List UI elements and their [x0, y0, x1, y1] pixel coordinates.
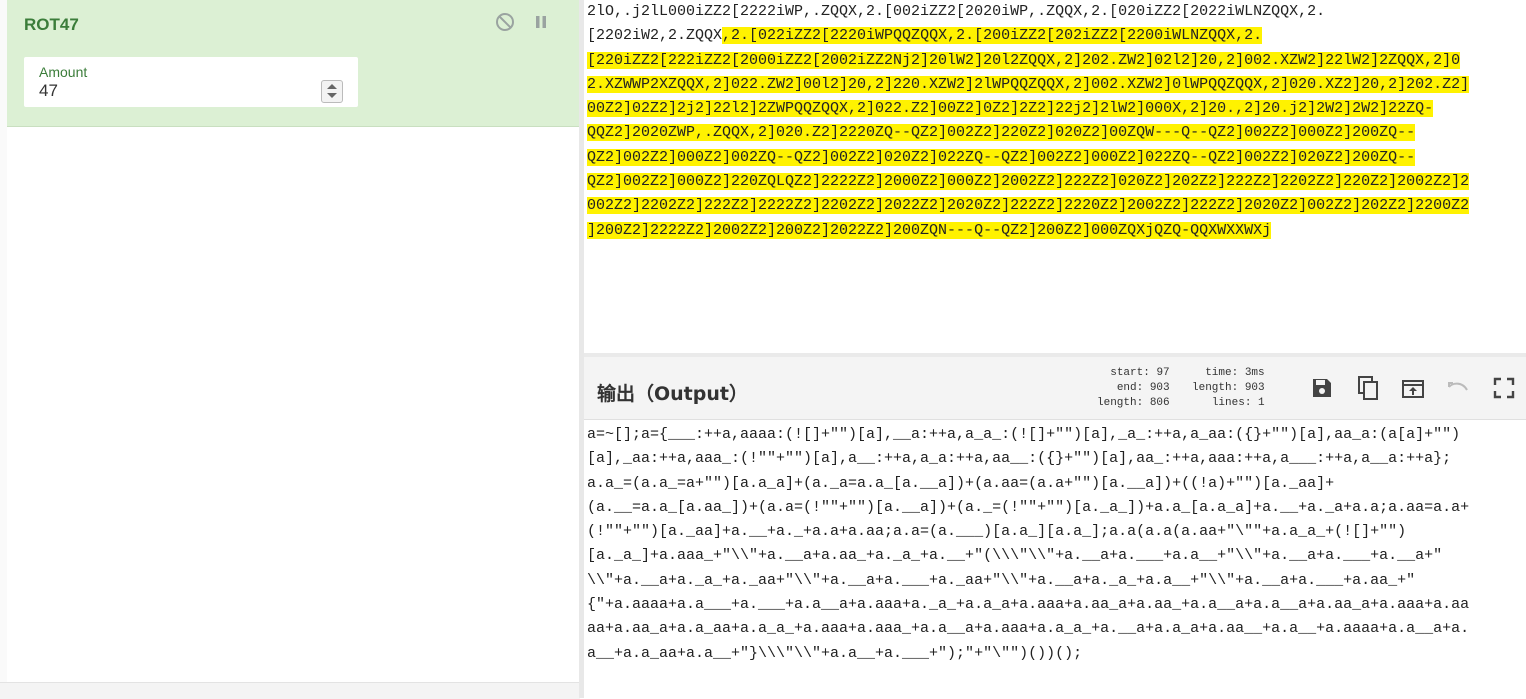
recipe-pane: ROT47 Amount 47	[0, 0, 580, 699]
amount-field[interactable]: Amount 47	[24, 57, 358, 107]
replace-input-icon[interactable]	[1399, 372, 1427, 404]
output-title: 输出（Output）	[597, 383, 748, 405]
operation-rot47[interactable]: ROT47 Amount 47	[7, 0, 579, 127]
start-label: start:	[1110, 367, 1150, 379]
undo-icon[interactable]	[1444, 372, 1472, 404]
input-highlighted-text: QZ2]002Z2]000Z2]220ZQLQZ2]2222Z2]2000Z2]…	[587, 173, 1470, 191]
save-icon[interactable]	[1308, 372, 1336, 404]
recipe-list: ROT47 Amount 47	[7, 0, 579, 682]
input-line: QZ2]002Z2]000Z2]002ZQ--QZ2]002Z2]020Z2]0…	[587, 146, 1469, 170]
input-pane[interactable]: 2lO,.j2lL000iZZ2[2222iWP,.ZQQX,2.[002iZZ…	[584, 0, 1526, 353]
amount-label: Amount	[39, 64, 88, 80]
lines-value: 1	[1258, 397, 1265, 409]
input-highlighted-text: ]200Z2]2222Z2]2002Z2]200Z2]2022Z2]200ZQN…	[587, 221, 1272, 239]
input-line: 2lO,.j2lL000iZZ2[2222iWP,.ZQQX,2.[002iZZ…	[587, 0, 1469, 24]
input-line: 002Z2]2202Z2]222Z2]2222Z2]2202Z2]2022Z2]…	[587, 194, 1470, 218]
input-line-text: 2lO,.j2lL000iZZ2[2222iWP,.ZQQX,2.[002iZZ…	[587, 3, 1326, 20]
input-line: 2.XZWWP2XZQQX,2]022.ZW2]00l2]20,2]220.XZ…	[587, 73, 1470, 97]
output-stats: time: 3ms length: 903 lines: 1	[1192, 366, 1265, 411]
output-pane[interactable]: a=~[];a={___:++a,aaaa:(![]+"")[a],__a:++…	[584, 420, 1526, 698]
input-line: QQZ2]2020ZWP,.ZQQX,2]020.Z2]2220ZQ--QZ2]…	[587, 121, 1469, 145]
time-value: 3ms	[1244, 367, 1265, 379]
output-line: [a._a_]+a.aaa_+"\\"+a.__a+a.aa_+a._a_+a.…	[587, 547, 1443, 565]
input-highlighted-text: 002Z2]2202Z2]222Z2]2222Z2]2202Z2]2022Z2]…	[587, 197, 1470, 215]
selection-length-value: 806	[1149, 397, 1170, 409]
output-line: aa+a.aa_a+a.a_aa+a.a_a_+a.aaa+a.aaa_+a.a…	[587, 620, 1470, 638]
end-label: end:	[1116, 382, 1144, 394]
input-highlighted-text: 00Z2]02Z2]2j2]22l2]2ZWPQQZQQX,2]022.Z2]0…	[587, 100, 1434, 118]
operation-title: ROT47	[24, 15, 79, 34]
input-line: [220iZZ2[222iZZ2[2000iZZ2[2002iZZ2Nj2]20…	[587, 49, 1469, 73]
input-line: QZ2]002Z2]000Z2]220ZQLQZ2]2222Z2]2000Z2]…	[587, 170, 1470, 194]
length-label: length:	[1192, 382, 1239, 394]
output-text[interactable]: a=~[];a={___:++a,aaaa:(![]+"")[a],__a:++…	[587, 423, 1469, 666]
left-gutter	[0, 0, 7, 698]
input-line: 00Z2]02Z2]2j2]22l2]2ZWPQQZQQX,2]022.Z2]0…	[587, 97, 1469, 121]
output-line: a=~[];a={___:++a,aaaa:(![]+"")[a],__a:++…	[587, 426, 1461, 443]
input-highlighted-text: ,2.[022iZZ2[2220iWPQQZQQX,2.[200iZZ2[202…	[722, 27, 1263, 45]
maximise-icon[interactable]	[1490, 372, 1518, 404]
input-highlighted-text: 2.XZWWP2XZQQX,2]022.ZW2]00l2]20,2]220.XZ…	[587, 75, 1470, 93]
output-header: 输出（Output） start: 97 end: 903 length: 80…	[584, 357, 1526, 420]
recipe-controls-bar	[0, 682, 580, 699]
length-value: 903	[1244, 382, 1265, 394]
selection-length-label: length:	[1097, 397, 1144, 409]
output-line: a.a_=(a.a_=a+"")[a.a_a]+(a._a=a.a_[a.__a…	[587, 474, 1335, 492]
stepper-up-icon[interactable]	[327, 84, 337, 89]
input-highlighted-text: QZ2]002Z2]000Z2]002ZQ--QZ2]002Z2]020Z2]0…	[587, 148, 1416, 166]
start-value: 97	[1156, 367, 1170, 379]
copy-icon[interactable]	[1354, 372, 1382, 404]
input-line: ]200Z2]2222Z2]2002Z2]200Z2]2022Z2]200ZQN…	[587, 219, 1469, 243]
end-value: 903	[1149, 382, 1170, 394]
output-line: a__+a.a_aa+a.a__+"}\\\"\\"+a.a__+a.___+"…	[587, 644, 1083, 662]
disable-icon[interactable]	[494, 11, 516, 33]
pause-icon[interactable]	[530, 11, 552, 33]
output-line: (a.__=a.a_[a.aa_])+(a.a=(!""+"")[a.__a])…	[587, 498, 1470, 516]
input-line: [2202iW2,2.ZQQX,2.[022iZZ2[2220iWPQQZQQX…	[587, 24, 1469, 48]
output-line: [a],_aa:++a,aaa_:(!""+"")[a],a__:++a,a_a…	[587, 450, 1452, 468]
input-line-text: [2202iW2,2.ZQQX	[587, 27, 723, 45]
stepper-down-icon[interactable]	[327, 93, 337, 98]
input-highlighted-text: [220iZZ2[222iZZ2[2000iZZ2[2002iZZ2Nj2]20…	[587, 51, 1461, 69]
input-text[interactable]: 2lO,.j2lL000iZZ2[2222iWP,.ZQQX,2.[002iZZ…	[587, 0, 1470, 243]
amount-stepper[interactable]	[321, 80, 343, 103]
lines-label: lines:	[1211, 397, 1252, 409]
input-highlighted-text: QQZ2]2020ZWP,.ZQQX,2]020.Z2]2220ZQ--QZ2]…	[587, 124, 1416, 142]
output-line: (!""+"")[a._aa]+a.__+a._+a.a+a.aa;a.a=(a…	[587, 523, 1407, 541]
time-label: time:	[1205, 367, 1239, 379]
output-line: {"+a.aaaa+a.a___+a.___+a.a__a+a.aaa+a._a…	[587, 596, 1470, 614]
amount-value[interactable]: 47	[39, 81, 58, 101]
output-line: \\"+a.__a+a._a_+a._aa+"\\"+a.__a+a.___+a…	[587, 571, 1416, 589]
selection-stats: start: 97 end: 903 length: 806	[1097, 366, 1170, 411]
